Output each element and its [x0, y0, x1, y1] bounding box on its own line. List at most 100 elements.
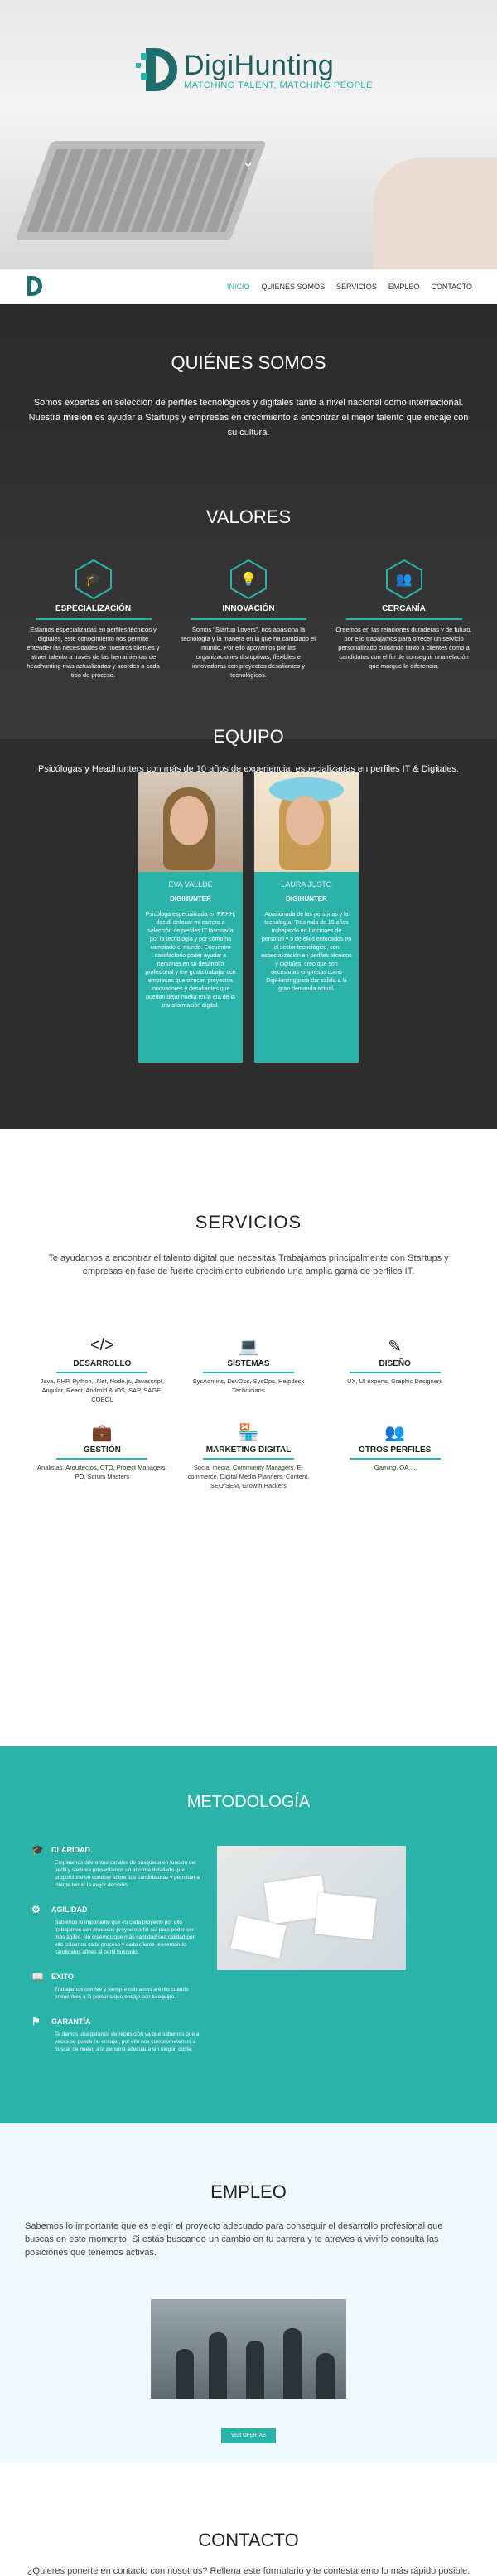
code-icon: </> [89, 1336, 114, 1354]
methodology-item-title: ÉXITO [51, 1973, 74, 1981]
value-item: 👥 CERCANÍA Creemos en las relaciones dur… [335, 559, 472, 680]
team-member-name: EVA VALLDE [168, 880, 213, 889]
value-text: Estamos especializadas en perfiles técni… [27, 626, 160, 679]
methodology-item: ⚑ GARANTÍA Te damos una garantía de repos… [31, 2016, 201, 2053]
team-title: EQUIPO [213, 726, 284, 747]
methodology-item-text: Empleamos diferentes canales de búsqueda… [55, 1860, 201, 1888]
laptop-icon: 💻 [238, 1338, 259, 1356]
methodology-list: 🎓 CLARIDAD Empleamos diferentes canales d… [31, 1844, 201, 2068]
methodology-item-title: GARANTÍA [51, 2017, 91, 2026]
jobs-text: Sabemos lo importante que es elegir el p… [25, 2221, 443, 2258]
service-item: ✎ DISEÑO UX, UI experts, Graphic Designe… [326, 1336, 464, 1404]
lightbulb-icon: 💡 [230, 559, 267, 599]
team-photo [254, 772, 359, 872]
pencil-icon: ✎ [388, 1338, 403, 1356]
users-icon: 👥 [384, 1424, 406, 1442]
nav-item-servicios[interactable]: SERVICIOS [336, 283, 377, 291]
team-section: EVA VALLDE DIGIHUNTER Psicóloga especial… [0, 739, 497, 1129]
contact-title: CONTACTO [198, 2530, 299, 2550]
service-title: SISTEMAS [227, 1359, 270, 1368]
book-icon: 📖 [31, 1971, 44, 1983]
team-member-role: DIGIHUNTER [286, 895, 327, 903]
brand-logo[interactable]: DigiHunting MATCHING TALENT, MATCHING PE… [136, 48, 373, 91]
methodology-item-text: Sabemos lo importante que es cada proyec… [55, 1920, 195, 1955]
service-item: 🏪 MARKETING DIGITAL Social media, Commun… [180, 1422, 318, 1490]
service-item: 💼 GESTIÓN Analistas, Arquitectos, CTO, P… [33, 1422, 171, 1490]
service-title: MARKETING DIGITAL [205, 1445, 292, 1455]
service-item: 👥 OTROS PERFILES Gaming, QA,... [326, 1422, 464, 1490]
service-item: </> DESARROLLO Java, PHP, Python, .Net, … [33, 1336, 171, 1404]
jobs-title: EMPLEO [210, 2181, 287, 2202]
team-member-bio: Psicóloga especializada en RRHH, decidí … [145, 912, 236, 1009]
methodology-title: METODOLOGÍA [186, 1793, 311, 1811]
about-section: QUIÉNES SOMOS Somos expertas en selecció… [0, 304, 497, 774]
service-text: Analistas, Arquitectos, CTO, Project Man… [37, 1464, 167, 1480]
methodology-item: 📖 ÉXITO Trabajamos con fee y siempre cobr… [31, 1971, 201, 2001]
values-list: 🎓 ESPECIALIZACIÓN Estamos especializadas… [0, 528, 497, 680]
service-text: SysAdmins, DevOps, SysOps, Helpdesk Tech… [192, 1378, 305, 1394]
main-nav: INICIO QUIÉNES SOMOS SERVICIOS EMPLEO CO… [0, 269, 497, 304]
methodology-item: ⚙ AGILIDAD Sabemos lo importante que es c… [31, 1904, 201, 1956]
team-card: EVA VALLDE DIGIHUNTER Psicóloga especial… [138, 772, 243, 1129]
service-item: 💻 SISTEMAS SysAdmins, DevOps, SysOps, He… [180, 1336, 318, 1404]
service-text: Java, PHP, Python, .Net, Node.js, Javasc… [40, 1378, 165, 1403]
methodology-item: 🎓 CLARIDAD Empleamos diferentes canales d… [31, 1844, 201, 1889]
nav-item-inicio[interactable]: INICIO [227, 283, 250, 291]
service-title: OTROS PERFILES [359, 1445, 432, 1455]
services-section: SERVICIOS Te ayudamos a encontrar el tal… [0, 1129, 497, 1489]
nav-logo-icon[interactable] [25, 275, 43, 298]
value-title: ESPECIALIZACIÓN [55, 604, 132, 613]
team-member-name: LAURA JUSTO [281, 880, 332, 889]
gear-icon: ⚙ [31, 1904, 41, 1915]
values-title: VALORES [205, 506, 292, 527]
flag-icon: ⚑ [31, 2016, 41, 2027]
value-title: CERCANÍA [382, 604, 426, 613]
brand-name: DigiHunting [184, 49, 335, 81]
service-title: DISEÑO [379, 1359, 411, 1368]
view-offers-button[interactable]: VER OFERTAS [221, 2428, 276, 2443]
service-text: UX, UI experts, Graphic Designers [347, 1378, 443, 1385]
laptop-image [15, 141, 267, 240]
jobs-section: EMPLEO Sabemos lo importante que es eleg… [0, 2123, 497, 2463]
team-member-role: DIGIHUNTER [170, 895, 211, 903]
nav-item-contacto[interactable]: CONTACTO [431, 283, 472, 291]
briefcase-icon: 💼 [91, 1424, 113, 1442]
value-title: INNOVACIÓN [222, 604, 275, 613]
services-grid: </> DESARROLLO Java, PHP, Python, .Net, … [33, 1336, 464, 1490]
logo-mark-icon [136, 48, 177, 91]
service-title: DESARROLLO [73, 1359, 132, 1368]
services-intro: Te ayudamos a encontrar el talento digit… [48, 1253, 449, 1276]
about-title: QUIÉNES SOMOS [171, 352, 326, 373]
service-title: GESTIÓN [83, 1445, 121, 1455]
value-item: 🎓 ESPECIALIZACIÓN Estamos especializadas… [25, 559, 162, 680]
chevron-down-icon[interactable]: ⌄ [242, 153, 254, 171]
methodology-section: METODOLOGÍA 🎓 CLARIDAD Empleamos diferent… [0, 1746, 497, 2123]
contact-text: ¿Quieres ponerte en contacto con nosotro… [27, 2566, 470, 2576]
methodology-item-title: AGILIDAD [51, 1905, 88, 1914]
people-icon: 👥 [385, 559, 422, 599]
brand-tagline: MATCHING TALENT, MATCHING PEOPLE [184, 80, 373, 90]
hero-banner: DigiHunting MATCHING TALENT, MATCHING PE… [0, 0, 497, 269]
nav-menu: INICIO QUIÉNES SOMOS SERVICIOS EMPLEO CO… [227, 283, 472, 291]
methodology-item-title: CLARIDAD [51, 1846, 90, 1854]
service-text: Social media, Community Managers, E-comm… [187, 1464, 310, 1489]
nav-item-empleo[interactable]: EMPLEO [388, 283, 420, 291]
team-photo [138, 772, 243, 872]
value-text: Creemos en las relaciones duraderas y de… [335, 626, 472, 670]
contact-section: CONTACTO ¿Quieres ponerte en contacto co… [0, 2463, 497, 2576]
graduation-cap-icon: 🎓 [31, 1844, 44, 1856]
service-text: Gaming, QA,... [374, 1464, 416, 1471]
graduation-cap-icon: 🎓 [75, 559, 112, 599]
services-title: SERVICIOS [195, 1212, 302, 1232]
about-text: Somos expertas en selección de perfiles … [28, 398, 469, 438]
value-item: 💡 INNOVACIÓN Somos "Startup Lovers", nos… [181, 559, 317, 680]
team-card: LAURA JUSTO DIGIHUNTER Apasionada de las… [254, 772, 359, 1129]
office-team-image [151, 2299, 346, 2399]
methodology-item-text: Trabajamos con fee y siempre cobramos a … [55, 1987, 189, 2000]
team-subtitle: Psicólogas y Headhunters con más de 10 a… [38, 764, 459, 774]
store-icon: 🏪 [238, 1424, 259, 1442]
nav-item-quienes-somos[interactable]: QUIÉNES SOMOS [261, 283, 325, 291]
team-member-bio: Apasionada de las personas y la tecnolog… [261, 912, 352, 992]
meeting-image [217, 1846, 406, 1970]
hand-image [373, 157, 497, 269]
